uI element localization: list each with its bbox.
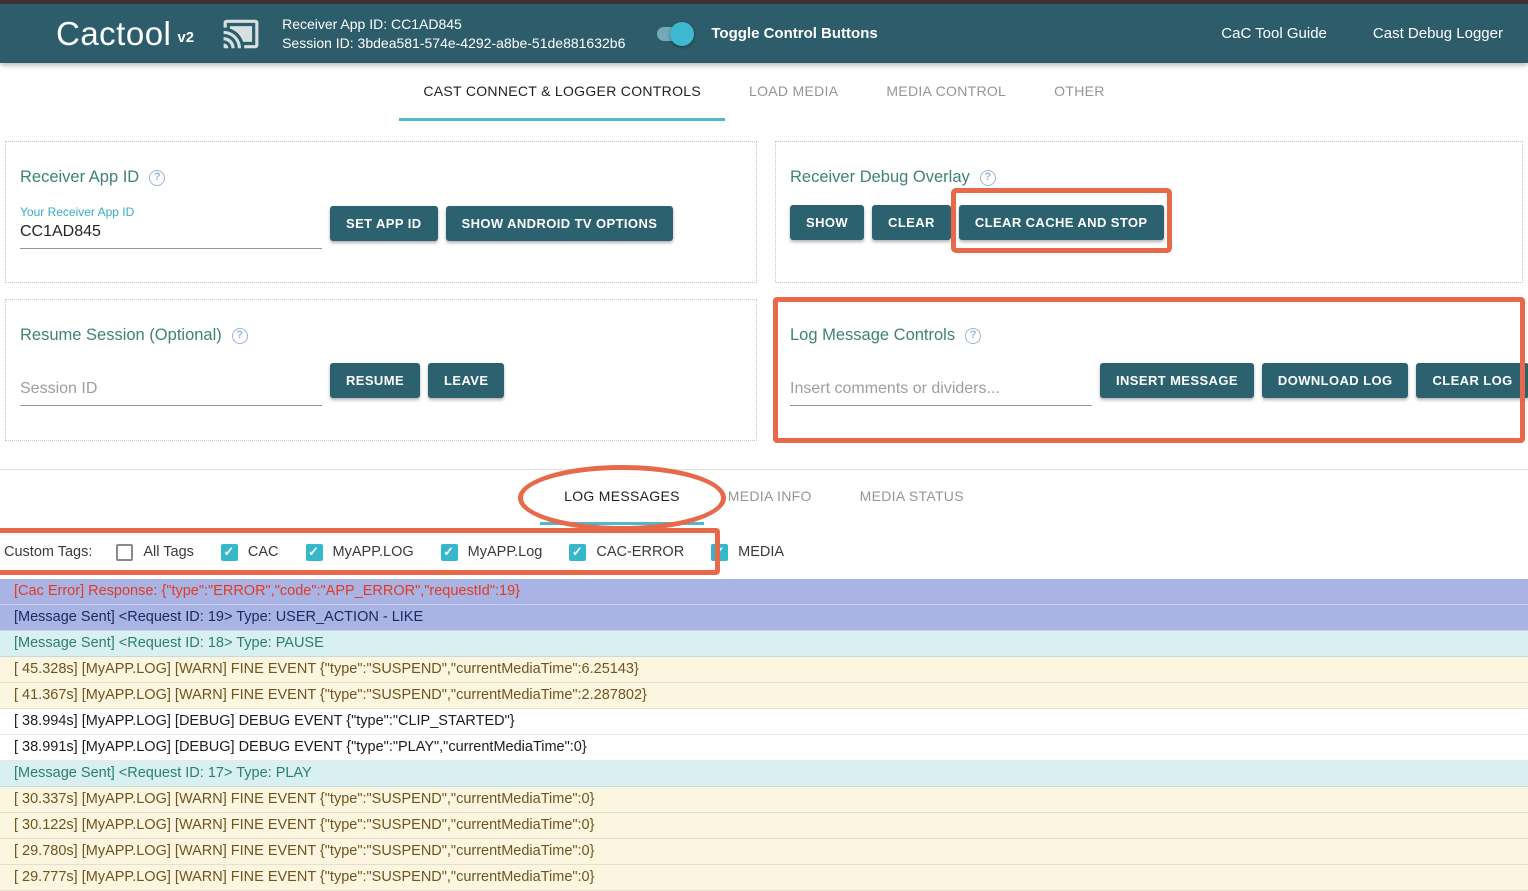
media-label: MEDIA bbox=[738, 544, 784, 560]
myapp-log-checkbox[interactable] bbox=[441, 544, 458, 561]
tab-load-media[interactable]: LOAD MEDIA bbox=[725, 63, 862, 121]
tab-media-control[interactable]: MEDIA CONTROL bbox=[862, 63, 1030, 121]
log-row[interactable]: [ 30.337s] [MyAPP.LOG] [WARN] FINE EVENT… bbox=[0, 787, 1528, 813]
receiver-app-id-title-row: Receiver App ID bbox=[20, 168, 742, 187]
toggle-control-buttons-label: Toggle Control Buttons bbox=[711, 25, 877, 42]
receiver-app-id-text: Receiver App ID: CC1AD845 bbox=[282, 15, 625, 34]
log-message-controls-panel: Log Message Controls INSERT MESSAGE DOWN… bbox=[775, 299, 1523, 441]
log-row[interactable]: [Message Sent] <Request ID: 18> Type: PA… bbox=[0, 631, 1528, 657]
tab-log-messages[interactable]: LOG MESSAGES bbox=[540, 470, 704, 525]
session-id-text: Session ID: 3bdea581-574e-4292-a8be-51de… bbox=[282, 34, 625, 53]
log-row[interactable]: [Message Sent] <Request ID: 19> Type: US… bbox=[0, 605, 1528, 631]
media-checkbox[interactable] bbox=[711, 544, 728, 561]
show-overlay-button[interactable]: SHOW bbox=[790, 205, 864, 240]
custom-tags-label: Custom Tags: bbox=[4, 544, 92, 560]
log-row[interactable]: [ 38.991s] [MyAPP.LOG] [DEBUG] DEBUG EVE… bbox=[0, 735, 1528, 761]
myapp-log-upper-label: MyAPP.LOG bbox=[333, 544, 414, 560]
tab-media-info[interactable]: MEDIA INFO bbox=[704, 470, 836, 525]
tag-filter-cac[interactable]: CAC bbox=[221, 544, 279, 561]
cac-checkbox[interactable] bbox=[221, 544, 238, 561]
receiver-debug-overlay-title-row: Receiver Debug Overlay bbox=[790, 168, 1508, 187]
app-logo-version: v2 bbox=[177, 29, 194, 46]
app-logo: Cactool bbox=[56, 15, 171, 53]
app-id-input[interactable] bbox=[20, 223, 322, 249]
tab-cast-connect-logger-controls[interactable]: CAST CONNECT & LOGGER CONTROLS bbox=[399, 63, 725, 121]
help-icon[interactable] bbox=[980, 170, 996, 186]
toggle-control-buttons-switch[interactable] bbox=[657, 27, 689, 41]
app-id-input-wrap: Your Receiver App ID bbox=[20, 205, 322, 249]
custom-tags-bar: Custom Tags: All Tags CAC MyAPP.LOG MyAP… bbox=[0, 525, 1528, 579]
switch-knob bbox=[670, 22, 694, 46]
header-links: CaC Tool Guide Cast Debug Logger bbox=[1221, 25, 1503, 42]
cac-label: CAC bbox=[248, 544, 279, 560]
help-icon[interactable] bbox=[232, 328, 248, 344]
app-id-input-label: Your Receiver App ID bbox=[20, 205, 322, 219]
tab-media-status[interactable]: MEDIA STATUS bbox=[836, 470, 988, 525]
all-tags-label: All Tags bbox=[143, 544, 194, 560]
receiver-app-id-panel: Receiver App ID Your Receiver App ID SET… bbox=[5, 141, 757, 283]
clear-log-button[interactable]: CLEAR LOG bbox=[1416, 363, 1528, 398]
resume-session-title-row: Resume Session (Optional) bbox=[20, 326, 742, 345]
app-header: Cactool v2 Receiver App ID: CC1AD845 Ses… bbox=[0, 4, 1528, 63]
log-row[interactable]: [ 29.780s] [MyAPP.LOG] [WARN] FINE EVENT… bbox=[0, 839, 1528, 865]
clear-cache-and-stop-wrap: CLEAR CACHE AND STOP bbox=[959, 205, 1164, 240]
resume-button[interactable]: RESUME bbox=[330, 363, 420, 398]
session-id-input-wrap bbox=[20, 380, 322, 406]
receiver-debug-overlay-title: Receiver Debug Overlay bbox=[790, 168, 970, 187]
help-icon[interactable] bbox=[965, 328, 981, 344]
log-message-controls-body: INSERT MESSAGE DOWNLOAD LOG CLEAR LOG bbox=[790, 363, 1508, 406]
myapp-log-label: MyAPP.Log bbox=[468, 544, 543, 560]
tag-filter-cac-error[interactable]: CAC-ERROR bbox=[569, 544, 684, 561]
show-android-tv-options-button[interactable]: SHOW ANDROID TV OPTIONS bbox=[446, 206, 674, 241]
log-message-controls-title-row: Log Message Controls bbox=[790, 326, 1508, 345]
control-panels: Receiver App ID Your Receiver App ID SET… bbox=[0, 121, 1528, 441]
log-comment-input-wrap bbox=[790, 380, 1092, 406]
session-info: Receiver App ID: CC1AD845 Session ID: 3b… bbox=[282, 15, 625, 53]
resume-session-body: RESUME LEAVE bbox=[20, 363, 742, 406]
clear-overlay-button[interactable]: CLEAR bbox=[872, 205, 951, 240]
session-id-input[interactable] bbox=[20, 380, 322, 406]
set-app-id-button[interactable]: SET APP ID bbox=[330, 206, 438, 241]
help-icon[interactable] bbox=[149, 170, 165, 186]
log-row[interactable]: [ 45.328s] [MyAPP.LOG] [WARN] FINE EVENT… bbox=[0, 657, 1528, 683]
tag-filter-myapp-log[interactable]: MyAPP.Log bbox=[441, 544, 543, 561]
log-tab-bar: LOG MESSAGES MEDIA INFO MEDIA STATUS bbox=[0, 469, 1528, 525]
cac-error-checkbox[interactable] bbox=[569, 544, 586, 561]
tag-filter-media[interactable]: MEDIA bbox=[711, 544, 784, 561]
myapp-log-upper-checkbox[interactable] bbox=[306, 544, 323, 561]
resume-session-title: Resume Session (Optional) bbox=[20, 326, 222, 345]
resume-session-panel: Resume Session (Optional) RESUME LEAVE bbox=[5, 299, 757, 441]
log-row[interactable]: [ 30.122s] [MyAPP.LOG] [WARN] FINE EVENT… bbox=[0, 813, 1528, 839]
log-row[interactable]: [ 41.367s] [MyAPP.LOG] [WARN] FINE EVENT… bbox=[0, 683, 1528, 709]
receiver-app-id-title: Receiver App ID bbox=[20, 168, 139, 187]
receiver-app-id-body: Your Receiver App ID SET APP ID SHOW AND… bbox=[20, 205, 742, 249]
main-tab-bar: CAST CONNECT & LOGGER CONTROLS LOAD MEDI… bbox=[0, 63, 1528, 121]
clear-cache-and-stop-button[interactable]: CLEAR CACHE AND STOP bbox=[959, 205, 1164, 240]
receiver-debug-overlay-body: SHOW CLEAR CLEAR CACHE AND STOP bbox=[790, 205, 1508, 248]
log-row[interactable]: [ 29.777s] [MyAPP.LOG] [WARN] FINE EVENT… bbox=[0, 865, 1528, 891]
cast-connected-icon bbox=[218, 15, 264, 53]
receiver-debug-overlay-panel: Receiver Debug Overlay SHOW CLEAR CLEAR … bbox=[775, 141, 1523, 283]
log-row[interactable]: [ 38.994s] [MyAPP.LOG] [DEBUG] DEBUG EVE… bbox=[0, 709, 1528, 735]
tag-filter-myapp-log-upper[interactable]: MyAPP.LOG bbox=[306, 544, 414, 561]
tab-other[interactable]: OTHER bbox=[1030, 63, 1129, 121]
all-tags-checkbox[interactable] bbox=[116, 544, 133, 561]
tag-filter-all-tags[interactable]: All Tags bbox=[116, 544, 194, 561]
cast-debug-logger-link[interactable]: Cast Debug Logger bbox=[1373, 25, 1503, 42]
leave-button[interactable]: LEAVE bbox=[428, 363, 504, 398]
log-message-controls-title: Log Message Controls bbox=[790, 326, 955, 345]
log-row[interactable]: [Cac Error] Response: {"type":"ERROR","c… bbox=[0, 579, 1528, 605]
tab-log-messages-label: LOG MESSAGES bbox=[564, 488, 680, 504]
log-message-list: [Cac Error] Response: {"type":"ERROR","c… bbox=[0, 579, 1528, 891]
cac-tool-guide-link[interactable]: CaC Tool Guide bbox=[1221, 25, 1327, 42]
cac-error-label: CAC-ERROR bbox=[596, 544, 684, 560]
log-row[interactable]: [Message Sent] <Request ID: 17> Type: PL… bbox=[0, 761, 1528, 787]
download-log-button[interactable]: DOWNLOAD LOG bbox=[1262, 363, 1409, 398]
log-comment-input[interactable] bbox=[790, 380, 1092, 406]
insert-message-button[interactable]: INSERT MESSAGE bbox=[1100, 363, 1254, 398]
